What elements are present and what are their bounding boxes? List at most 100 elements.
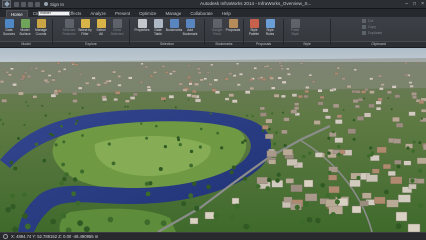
bookmarks-button[interactable]: Bookmarks	[166, 18, 182, 40]
building[interactable]	[376, 146, 387, 153]
building[interactable]	[269, 67, 273, 70]
building[interactable]	[398, 194, 411, 203]
building[interactable]	[407, 223, 421, 232]
building[interactable]	[408, 111, 416, 116]
building[interactable]	[140, 62, 144, 65]
building[interactable]	[396, 122, 404, 128]
building[interactable]	[281, 80, 287, 84]
building[interactable]	[228, 72, 232, 75]
building[interactable]	[231, 197, 240, 205]
building[interactable]	[281, 129, 288, 134]
building[interactable]	[268, 159, 276, 165]
minimize-icon[interactable]: –	[405, 1, 408, 7]
building[interactable]	[334, 72, 339, 75]
building[interactable]	[298, 95, 303, 98]
building[interactable]	[355, 104, 360, 108]
data-sources-button[interactable]: Data Sources	[2, 18, 16, 40]
building[interactable]	[0, 80, 4, 83]
building[interactable]	[333, 103, 340, 108]
building[interactable]	[78, 86, 83, 90]
building[interactable]	[56, 62, 60, 65]
building[interactable]	[411, 92, 417, 96]
building[interactable]	[182, 88, 188, 92]
building[interactable]	[383, 164, 391, 169]
building[interactable]	[294, 106, 299, 110]
building[interactable]	[379, 87, 384, 91]
building[interactable]	[403, 160, 412, 166]
building[interactable]	[43, 79, 49, 82]
building[interactable]	[375, 100, 382, 105]
building[interactable]	[34, 67, 38, 70]
building[interactable]	[139, 81, 144, 84]
building[interactable]	[208, 83, 213, 86]
building[interactable]	[322, 108, 329, 113]
building[interactable]	[192, 89, 197, 93]
building[interactable]	[317, 101, 324, 106]
building[interactable]	[29, 68, 33, 71]
building[interactable]	[263, 65, 267, 68]
building[interactable]	[153, 71, 157, 74]
building[interactable]	[41, 70, 45, 73]
building[interactable]	[125, 99, 130, 103]
building[interactable]	[386, 199, 399, 208]
building[interactable]	[191, 94, 197, 98]
copy-button[interactable]: Copy	[362, 25, 382, 29]
building[interactable]	[355, 90, 361, 94]
building[interactable]	[50, 93, 57, 98]
building[interactable]	[349, 179, 361, 187]
building[interactable]	[392, 117, 400, 122]
building[interactable]	[311, 80, 316, 84]
building[interactable]	[336, 67, 340, 70]
building[interactable]	[178, 82, 183, 86]
building[interactable]	[146, 85, 151, 89]
building[interactable]	[290, 184, 303, 192]
building[interactable]	[351, 205, 362, 214]
building[interactable]	[224, 97, 230, 101]
building[interactable]	[305, 86, 310, 89]
building[interactable]	[361, 90, 366, 94]
building[interactable]	[352, 99, 359, 103]
building[interactable]	[47, 74, 52, 77]
tab-present[interactable]: Present	[111, 10, 134, 17]
building[interactable]	[210, 63, 214, 66]
building[interactable]	[85, 81, 90, 85]
building[interactable]	[72, 92, 78, 96]
tab-optimize[interactable]: Optimize	[135, 10, 160, 17]
building[interactable]	[391, 85, 397, 89]
signin-button[interactable]: Sign In	[44, 2, 64, 7]
building[interactable]	[253, 67, 257, 70]
building[interactable]	[271, 86, 276, 90]
building[interactable]	[245, 90, 251, 94]
building[interactable]	[224, 77, 229, 81]
building[interactable]	[303, 94, 309, 98]
building[interactable]	[374, 196, 386, 204]
building[interactable]	[197, 71, 202, 74]
building[interactable]	[364, 88, 369, 91]
building[interactable]	[169, 72, 173, 75]
model-viewport[interactable]	[0, 48, 426, 232]
building[interactable]	[417, 157, 426, 165]
model-surface-button[interactable]: Model Surface	[18, 18, 32, 40]
building[interactable]	[189, 217, 199, 225]
style-rules-button[interactable]: Style Rules	[263, 18, 277, 40]
tab-manage[interactable]: Manage	[161, 10, 185, 17]
building[interactable]	[378, 75, 382, 78]
building[interactable]	[408, 81, 413, 84]
building[interactable]	[290, 109, 298, 114]
building[interactable]	[416, 178, 425, 184]
building[interactable]	[393, 138, 401, 144]
city-model-scene[interactable]	[0, 48, 426, 232]
building[interactable]	[79, 73, 83, 76]
building[interactable]	[328, 186, 340, 193]
building[interactable]	[369, 77, 374, 81]
building[interactable]	[165, 71, 169, 74]
building[interactable]	[249, 78, 253, 81]
building[interactable]	[319, 95, 325, 99]
building[interactable]	[105, 80, 110, 83]
building[interactable]	[259, 76, 264, 79]
building[interactable]	[308, 74, 312, 77]
building[interactable]	[315, 152, 323, 158]
building[interactable]	[380, 83, 385, 86]
building[interactable]	[168, 95, 174, 99]
building[interactable]	[404, 73, 409, 76]
